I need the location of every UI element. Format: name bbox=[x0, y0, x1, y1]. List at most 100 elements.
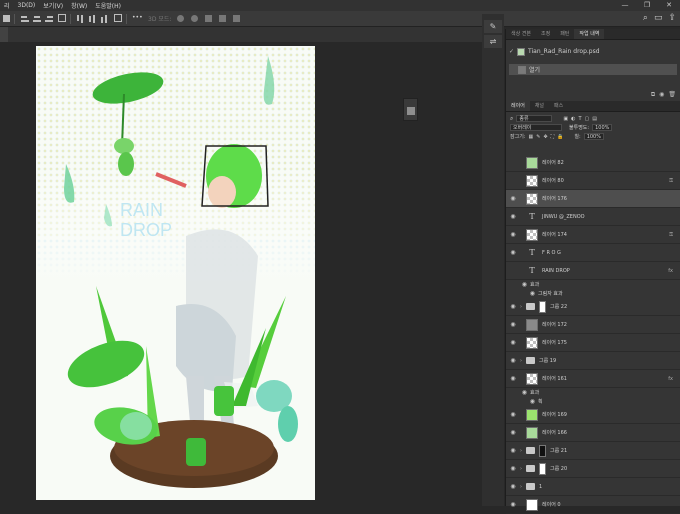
layer-row[interactable]: ◉ 레이어 176 bbox=[506, 190, 680, 208]
layer-mask-thumbnail[interactable] bbox=[539, 300, 546, 313]
visibility-eye-icon[interactable]: ◉ bbox=[506, 231, 520, 238]
visibility-eye-icon[interactable]: ◉ bbox=[506, 281, 530, 288]
align-bottom-icon[interactable] bbox=[100, 14, 109, 23]
kind-filter-select[interactable]: 종류 bbox=[516, 115, 553, 122]
history-snapshot[interactable]: ✓ Tian_Rad_Rain drop.psd bbox=[509, 46, 677, 57]
layer-mask-thumbnail[interactable] bbox=[539, 462, 546, 475]
layer-row[interactable]: ◉ 레이어 0 bbox=[506, 496, 680, 514]
menu-item[interactable]: 보기(V) bbox=[39, 1, 67, 10]
align-left-icon[interactable] bbox=[20, 14, 29, 23]
document-tab[interactable] bbox=[0, 27, 8, 42]
tab-swatches[interactable]: 색상 견본 bbox=[506, 29, 536, 39]
tab-layers[interactable]: 레이어 bbox=[506, 101, 530, 111]
visibility-eye-icon[interactable]: ◉ bbox=[506, 411, 520, 418]
lock-position-icon[interactable]: ✥ bbox=[543, 134, 547, 140]
search-icon[interactable]: ⌕ bbox=[643, 13, 648, 23]
align-right-icon[interactable] bbox=[44, 14, 53, 23]
lock-pixels-icon[interactable]: ✎ bbox=[536, 134, 540, 140]
new-document-icon[interactable]: ⧉ bbox=[651, 91, 655, 99]
tab-adjustments[interactable]: 조정 bbox=[536, 29, 555, 39]
visibility-eye-icon[interactable]: ◉ bbox=[506, 321, 520, 328]
tab-patterns[interactable]: 패턴 bbox=[555, 29, 574, 39]
workspace-icon[interactable]: ▭ bbox=[654, 13, 663, 23]
align-top-icon[interactable] bbox=[76, 14, 85, 23]
history-item-label: 열기 bbox=[529, 67, 541, 74]
camera-icon[interactable]: ◉ bbox=[659, 91, 664, 99]
layer-row[interactable]: ◉ T F R O G bbox=[506, 244, 680, 262]
filter-adjust-icon[interactable]: ◐ bbox=[571, 116, 575, 122]
visibility-eye-icon[interactable]: ◉ bbox=[506, 303, 520, 310]
lock-all-icon[interactable]: 🔒 bbox=[557, 134, 563, 140]
layer-effect-row[interactable]: ◉ 효과 bbox=[506, 280, 680, 289]
artwork-canvas[interactable]: RAIN DROP bbox=[36, 46, 315, 500]
visibility-eye-icon[interactable]: ◉ bbox=[506, 501, 520, 508]
visibility-eye-icon[interactable]: ◉ bbox=[506, 398, 538, 405]
layer-mask-thumbnail[interactable] bbox=[539, 444, 546, 457]
layer-effect-row[interactable]: ◉ 효과 bbox=[506, 388, 680, 397]
menu-item[interactable]: 창(W) bbox=[67, 1, 91, 10]
tab-history[interactable]: 작업 내역 bbox=[574, 29, 605, 39]
blend-mode-select[interactable]: 오버레이 bbox=[510, 124, 562, 131]
visibility-eye-icon[interactable]: ◉ bbox=[506, 357, 520, 364]
close-button[interactable]: ✕ bbox=[658, 0, 680, 11]
visibility-eye-icon[interactable]: ◉ bbox=[506, 195, 520, 202]
distribute-icon[interactable] bbox=[58, 14, 67, 23]
menu-item[interactable]: 리 bbox=[0, 1, 14, 10]
visibility-eye-icon[interactable]: ◉ bbox=[506, 339, 520, 346]
menu-item[interactable]: 도움말(H) bbox=[91, 1, 125, 10]
brush-settings-icon[interactable]: ✎ bbox=[484, 20, 502, 33]
filter-shape-icon[interactable]: ▢ bbox=[585, 116, 590, 122]
layer-effect-row[interactable]: ◉ 그림자 효과 bbox=[506, 289, 680, 298]
layer-row[interactable]: 레이어 82 bbox=[506, 154, 680, 172]
layer-group-row[interactable]: ◉ › 1 bbox=[506, 478, 680, 496]
layer-effect-row[interactable]: ◉ 획 bbox=[506, 397, 680, 406]
fill-input[interactable]: 100% bbox=[583, 133, 604, 140]
menu-item[interactable]: 3D(D) bbox=[14, 2, 40, 9]
visibility-eye-icon[interactable]: ◉ bbox=[506, 483, 520, 490]
layer-row[interactable]: ◉ 레이어 175 bbox=[506, 334, 680, 352]
minimize-button[interactable]: — bbox=[614, 0, 636, 11]
visibility-eye-icon[interactable]: ◉ bbox=[506, 249, 520, 256]
filter-smart-icon[interactable]: ▤ bbox=[592, 116, 597, 122]
distribute-vertical-icon[interactable] bbox=[114, 14, 123, 23]
layer-group-row[interactable]: ◉ › 그룹 21 bbox=[506, 442, 680, 460]
tab-channels[interactable]: 채널 bbox=[530, 101, 549, 111]
filter-text-icon[interactable]: T bbox=[578, 116, 581, 122]
layer-row[interactable]: ◉ 레이어 166 bbox=[506, 424, 680, 442]
layer-group-row[interactable]: ◉ › 그룹 19 bbox=[506, 352, 680, 370]
opacity-input[interactable]: 100% bbox=[592, 124, 613, 131]
more-options-icon[interactable]: ••• bbox=[132, 14, 143, 23]
layer-row[interactable]: ◉ 레이어 172 bbox=[506, 316, 680, 334]
share-icon[interactable]: ⇪ bbox=[668, 13, 676, 23]
visibility-eye-icon[interactable]: ◉ bbox=[506, 213, 520, 220]
adjust-sliders-icon[interactable]: ⇌ bbox=[484, 35, 502, 48]
lock-artboard-icon[interactable]: ⛶ bbox=[551, 134, 555, 140]
visibility-eye-icon[interactable]: ◉ bbox=[506, 447, 520, 454]
restore-button[interactable]: ❐ bbox=[636, 0, 658, 11]
tab-paths[interactable]: 패스 bbox=[549, 101, 568, 111]
fx-icon[interactable]: fx bbox=[668, 268, 673, 274]
align-center-icon[interactable] bbox=[32, 14, 41, 23]
fx-icon[interactable]: fx bbox=[668, 376, 673, 382]
layer-row[interactable]: ◉ 레이어 174 ⚿ bbox=[506, 226, 680, 244]
layer-row[interactable]: 레이어 80 ⚿ bbox=[506, 172, 680, 190]
visibility-eye-icon[interactable]: ◉ bbox=[506, 389, 530, 396]
lock-transparent-icon[interactable]: ▦ bbox=[529, 134, 534, 140]
trash-icon[interactable]: 🗑 bbox=[668, 91, 676, 99]
floating-panel[interactable] bbox=[403, 98, 418, 121]
filter-pixel-icon[interactable]: ▣ bbox=[563, 116, 568, 122]
visibility-eye-icon[interactable]: ◉ bbox=[506, 290, 538, 297]
align-middle-icon[interactable] bbox=[88, 14, 97, 23]
layer-row[interactable]: ◉ T JINWU @_ZENOO bbox=[506, 208, 680, 226]
layer-row[interactable]: T RAIN DROP fx bbox=[506, 262, 680, 280]
history-item-open[interactable]: 열기 bbox=[509, 64, 677, 75]
visibility-eye-icon[interactable]: ◉ bbox=[506, 465, 520, 472]
visibility-eye-icon[interactable]: ◉ bbox=[506, 429, 520, 436]
layer-filter-row: ⌕ 종류 ▣ ◐ T ▢ ▤ bbox=[506, 114, 680, 123]
layer-group-row[interactable]: ◉ › 그룹 20 bbox=[506, 460, 680, 478]
layer-group-row[interactable]: ◉ › 그룹 22 bbox=[506, 298, 680, 316]
layer-row[interactable]: ◉ 레이어 169 bbox=[506, 406, 680, 424]
visibility-eye-icon[interactable]: ◉ bbox=[506, 375, 520, 382]
layer-row[interactable]: ◉ 레이어 161 fx bbox=[506, 370, 680, 388]
tool-preset-icon[interactable] bbox=[2, 14, 11, 23]
